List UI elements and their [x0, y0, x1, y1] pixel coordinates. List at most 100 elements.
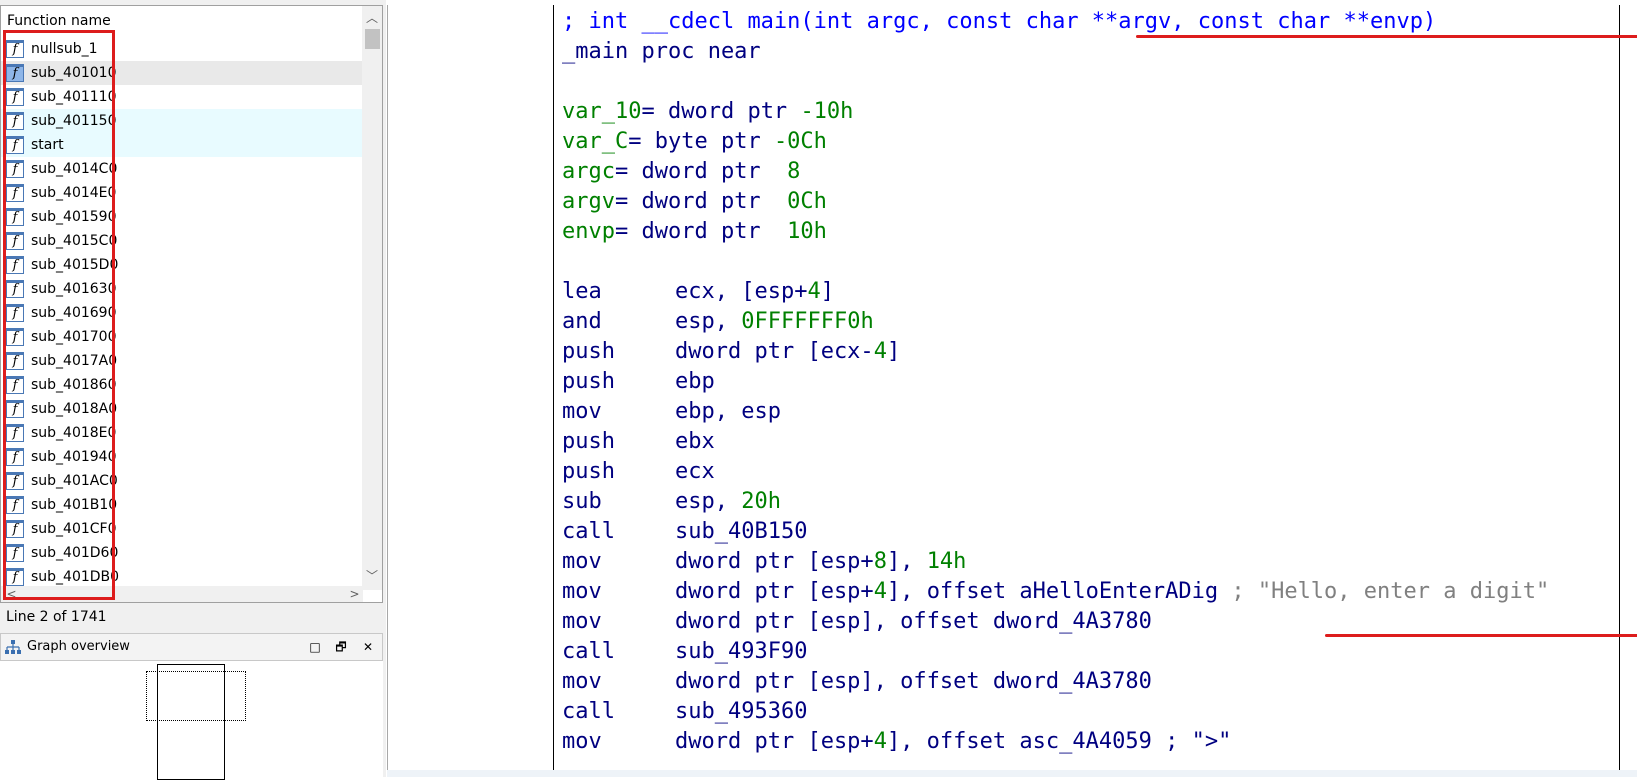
disassembly-line[interactable]: push dword ptr [ecx-4]: [562, 336, 900, 367]
instruction-mnemonic: sub: [562, 489, 602, 514]
function-icon: f: [6, 544, 24, 562]
disassembly-line[interactable]: mov ebp, esp: [562, 396, 781, 427]
disassembly-line[interactable]: lea ecx, [esp+4]: [562, 276, 834, 307]
disassembly-line[interactable]: push ebx: [562, 426, 715, 457]
scroll-up-arrow-icon[interactable]: ︿: [362, 8, 382, 28]
disassembly-line[interactable]: var_C= byte ptr -0Ch: [562, 126, 827, 157]
instruction-operand: offset aHelloEnterADig: [926, 579, 1219, 604]
disassembly-line[interactable]: and esp, 0FFFFFFF0h: [562, 306, 874, 337]
function-list-item[interactable]: f sub_4017A0: [1, 349, 363, 373]
function-list-item[interactable]: f sub_401690: [1, 301, 363, 325]
disassembly-line[interactable]: push ebp: [562, 366, 715, 397]
function-list-item[interactable]: f sub_401D60: [1, 541, 363, 565]
disassembly-text: var_C: [562, 129, 629, 154]
disassembly-line[interactable]: mov dword ptr [esp], offset dword_4A3780: [562, 666, 1152, 697]
function-icon: f: [6, 448, 24, 466]
function-list-item[interactable]: f sub_401940: [1, 445, 363, 469]
function-list-item[interactable]: f start: [1, 133, 363, 157]
disassembly-line[interactable]: var_10= dword ptr -10h: [562, 96, 853, 127]
disassembly-line[interactable]: mov dword ptr [esp], offset dword_4A3780: [562, 606, 1152, 637]
function-name-label: sub_4017A0: [31, 353, 118, 369]
disassembly-view[interactable]: ; int __cdecl main(int argc, const char …: [387, 5, 1637, 777]
function-list-item[interactable]: f sub_401B10: [1, 493, 363, 517]
graph-overview-viewport[interactable]: [146, 671, 246, 721]
function-list-item[interactable]: f sub_401860: [1, 373, 363, 397]
disassembly-text: ; int __cdecl: [562, 9, 748, 34]
scroll-down-arrow-icon[interactable]: ﹀: [362, 566, 382, 586]
function-name-label: sub_401590: [31, 209, 117, 225]
function-list-item[interactable]: f sub_4015D0: [1, 253, 363, 277]
disassembly-line[interactable]: ; int __cdecl main(int argc, const char …: [562, 6, 1436, 37]
instruction-operand: sub_495360: [675, 699, 808, 724]
close-icon[interactable]: ✕: [359, 638, 377, 656]
function-list-item[interactable]: f sub_401AC0: [1, 469, 363, 493]
disassembly-text: = dword ptr: [641, 99, 801, 124]
disassembly-text: argc: [562, 159, 615, 184]
disassembly-text: = dword ptr: [614, 219, 788, 244]
disassembly-text: argv: [562, 189, 615, 214]
functions-list[interactable]: f nullsub_1 f sub_401010 f sub_401110 f sub_401…: [1, 37, 363, 590]
disassembly-line[interactable]: _main proc near: [562, 36, 761, 67]
function-icon: f: [6, 304, 24, 322]
instruction-mnemonic: mov: [562, 549, 602, 574]
function-icon: f: [6, 376, 24, 394]
instruction-operand: ebp: [675, 369, 715, 394]
instruction-mnemonic: push: [562, 459, 615, 484]
disassembly-line[interactable]: envp= dword ptr 10h: [562, 216, 827, 247]
function-name-label: start: [31, 137, 64, 153]
function-list-item[interactable]: f sub_4014C0: [1, 157, 363, 181]
function-name-label: sub_401DB0: [31, 569, 120, 585]
instruction-operand: 0FFFFFFF0h: [741, 309, 874, 334]
line-status: Line 2 of 1741: [6, 609, 107, 625]
vertical-scrollbar[interactable]: ︿ ﹀: [362, 6, 382, 590]
disassembly-text: = byte ptr: [628, 129, 774, 154]
function-icon: f: [6, 328, 24, 346]
disassembly-line[interactable]: mov dword ptr [esp+4], offset aHelloEnter…: [562, 576, 1549, 607]
disassembly-line[interactable]: call sub_495360: [562, 696, 807, 727]
function-list-item[interactable]: f sub_401CF0: [1, 517, 363, 541]
function-list-item[interactable]: f sub_4018A0: [1, 397, 363, 421]
scrollbar-thumb[interactable]: [365, 29, 380, 49]
scroll-right-arrow-icon[interactable]: >: [346, 586, 363, 602]
horizontal-scrollbar[interactable]: < >: [1, 586, 363, 602]
disassembly-line[interactable]: argv= dword ptr 0Ch: [562, 186, 827, 217]
instruction-operand: ebp, esp: [675, 399, 781, 424]
scroll-left-arrow-icon[interactable]: <: [3, 586, 20, 602]
disassembly-text: 10h: [787, 219, 827, 244]
function-list-item[interactable]: f nullsub_1: [1, 37, 363, 61]
function-name-label: sub_4018A0: [31, 401, 118, 417]
red-underline-string-offset: [1325, 634, 1637, 637]
function-name-label: sub_401860: [31, 377, 117, 393]
disassembly-line[interactable]: call sub_493F90: [562, 636, 807, 667]
instruction-mnemonic: call: [562, 639, 615, 664]
disassembly-line[interactable]: argc= dword ptr 8: [562, 156, 800, 187]
function-name-label: sub_401D60: [31, 545, 119, 561]
maximize-icon[interactable]: □: [306, 638, 324, 656]
function-list-item[interactable]: f sub_401700: [1, 325, 363, 349]
function-list-item[interactable]: f sub_401590: [1, 205, 363, 229]
instruction-operand: ebx: [675, 429, 715, 454]
function-name-label: sub_401AC0: [31, 473, 118, 489]
graph-overview-canvas[interactable]: [0, 661, 383, 780]
disassembly-line[interactable]: mov dword ptr [esp+4], offset asc_4A4059 …: [562, 726, 1231, 757]
instruction-operand: 4: [873, 579, 887, 604]
disassembly-text: = dword ptr: [614, 189, 788, 214]
function-icon: f: [6, 184, 24, 202]
function-name-column-header[interactable]: Function name: [1, 6, 361, 36]
disassembly-line[interactable]: sub esp, 20h: [562, 486, 781, 517]
disassembly-text: 0Ch: [787, 189, 827, 214]
function-list-item[interactable]: f sub_401110: [1, 85, 363, 109]
disassembly-line[interactable]: mov dword ptr [esp+8], 14h: [562, 546, 966, 577]
function-list-item[interactable]: f sub_401010: [1, 61, 363, 85]
function-list-item[interactable]: f sub_4015C0: [1, 229, 363, 253]
function-list-item[interactable]: f sub_401150: [1, 109, 363, 133]
disassembly-line[interactable]: push ecx: [562, 456, 715, 487]
function-list-item[interactable]: f sub_4018E0: [1, 421, 363, 445]
function-list-item[interactable]: f sub_4014E0: [1, 181, 363, 205]
restore-icon[interactable]: 🗗: [332, 638, 350, 656]
function-list-item[interactable]: f sub_401630: [1, 277, 363, 301]
disassembly-line[interactable]: call sub_40B150: [562, 516, 807, 547]
function-name-label: sub_401B10: [31, 497, 118, 513]
graph-overview-titlebar: Graph overview □ 🗗 ✕: [0, 633, 383, 661]
instruction-operand: 8: [873, 549, 887, 574]
